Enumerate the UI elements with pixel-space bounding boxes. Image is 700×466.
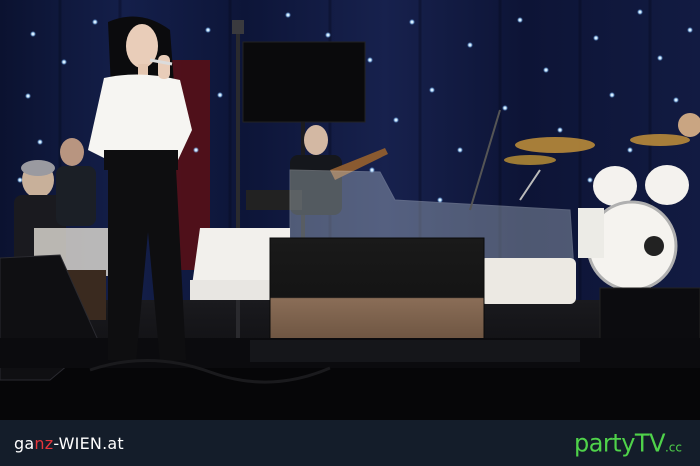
stage-monitor bbox=[269, 237, 485, 347]
footer-bar: ganz-WIEN.at partyTV.cc bbox=[0, 420, 700, 466]
logo-right-main: partyTV bbox=[573, 428, 666, 458]
speaker-right bbox=[599, 287, 700, 345]
partytv-logo[interactable]: partyTV.cc bbox=[574, 428, 682, 457]
concert-photo bbox=[0, 0, 700, 420]
logo-left-accent: nz bbox=[34, 433, 54, 453]
music-stand bbox=[242, 41, 366, 123]
logo-left-part1: ga bbox=[14, 433, 35, 453]
logo-right-suffix: .cc bbox=[664, 439, 682, 455]
logo-left-part3: -WIEN.at bbox=[53, 433, 124, 453]
ganz-wien-logo[interactable]: ganz-WIEN.at bbox=[14, 434, 124, 453]
